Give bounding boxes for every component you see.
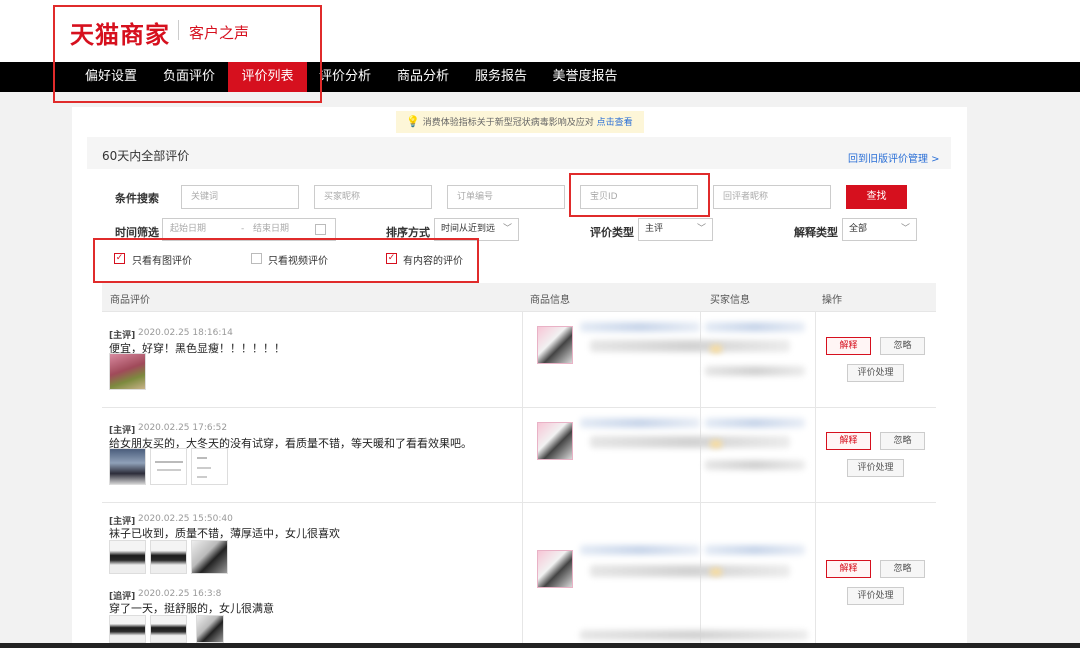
- date-separator: -: [241, 224, 245, 234]
- product-image[interactable]: [537, 550, 573, 588]
- nav-item-product-analysis[interactable]: 商品分析: [389, 62, 457, 92]
- review-photo[interactable]: [191, 448, 228, 485]
- explain-type-value: 全部: [849, 224, 868, 234]
- handle-review-button[interactable]: 评价处理: [847, 459, 904, 477]
- chevron-down-icon: ﹀: [696, 224, 706, 234]
- review-type-value: 主评: [645, 224, 664, 234]
- review-photo[interactable]: [150, 615, 187, 643]
- ignore-button[interactable]: 忽略: [880, 432, 925, 450]
- highlight-box-checkboxes: [93, 238, 479, 283]
- follow-up-time: 2020.02.25 16:3:8: [138, 589, 222, 599]
- section-header: [87, 137, 951, 169]
- back-to-old-version-link[interactable]: 回到旧版评价管理 >: [848, 150, 940, 165]
- search-condition-label: 条件搜索: [115, 192, 159, 205]
- lightbulb-icon: 💡: [406, 115, 420, 128]
- review-text: 袜子已收到，质量不错，薄厚适中，女儿很喜欢: [109, 527, 340, 540]
- search-button[interactable]: 查找: [846, 185, 907, 209]
- blurred-product-info: [590, 565, 790, 577]
- notice-text: 消费体验指标关于新型冠状病毒影响及应对: [422, 118, 594, 128]
- chevron-down-icon: ﹀: [502, 224, 512, 234]
- calendar-icon[interactable]: [315, 224, 326, 235]
- sort-select-value: 时间从近到远: [441, 224, 496, 234]
- follow-up-text: 穿了一天，挺舒服的，女儿很满意: [109, 602, 274, 615]
- explain-button[interactable]: 解释: [826, 432, 871, 450]
- review-type-select[interactable]: 主评 ﹀: [638, 218, 713, 241]
- end-date-input[interactable]: 结束日期: [253, 219, 289, 240]
- blurred-product-info: [590, 436, 790, 448]
- blurred-buyer-info: [705, 322, 805, 332]
- review-time: 2020.02.25 18:16:14: [138, 328, 233, 338]
- ignore-button[interactable]: 忽略: [880, 560, 925, 578]
- review-photo[interactable]: [109, 615, 146, 643]
- blurred-product-info: [580, 418, 700, 428]
- handle-review-button[interactable]: 评价处理: [847, 587, 904, 605]
- col-header-actions: 操作: [822, 295, 842, 306]
- table-row: [102, 311, 936, 407]
- nav-item-service-report[interactable]: 服务报告: [467, 62, 535, 92]
- review-photo[interactable]: [109, 540, 146, 574]
- explain-button[interactable]: 解释: [826, 337, 871, 355]
- chevron-down-icon: ﹀: [900, 224, 910, 234]
- product-image[interactable]: [537, 422, 573, 460]
- blurred-buyer-info: [705, 460, 805, 470]
- col-header-review: 商品评价: [110, 295, 150, 306]
- blurred-buyer-info: [705, 545, 805, 555]
- review-photo[interactable]: [109, 353, 146, 390]
- review-photo[interactable]: [150, 540, 187, 574]
- highlight-box-item-id: [569, 173, 710, 217]
- start-date-input[interactable]: 起始日期: [170, 219, 206, 240]
- section-title: 60天内全部评价: [102, 149, 190, 163]
- blurred-buyer-badge: [710, 568, 722, 576]
- nav-item-reputation-report[interactable]: 美誉度报告: [545, 62, 625, 92]
- highlight-box-header: [53, 5, 322, 103]
- review-photo[interactable]: [191, 540, 228, 574]
- notice-link[interactable]: 点击查看: [597, 118, 633, 128]
- bottom-edge: [0, 643, 1080, 648]
- table-header: [102, 283, 936, 311]
- col-header-product: 商品信息: [530, 295, 570, 306]
- review-photo[interactable]: [150, 448, 187, 485]
- blurred-product-info: [590, 340, 790, 352]
- review-photo[interactable]: [109, 448, 146, 485]
- handle-review-button[interactable]: 评价处理: [847, 364, 904, 382]
- blurred-buyer-badge: [710, 440, 722, 448]
- blurred-buyer-info: [705, 418, 805, 428]
- blurred-product-info: [580, 630, 808, 640]
- review-photo[interactable]: [196, 615, 224, 643]
- buyer-nickname-input[interactable]: 买家昵称: [314, 185, 432, 209]
- order-number-input[interactable]: 订单编号: [447, 185, 565, 209]
- notice-banner: 💡 消费体验指标关于新型冠状病毒影响及应对 点击查看: [396, 111, 644, 133]
- review-type-label: 评价类型: [590, 226, 634, 239]
- review-time: 2020.02.25 17:6:52: [138, 423, 228, 433]
- blurred-buyer-info: [705, 366, 805, 376]
- review-time: 2020.02.25 15:50:40: [138, 514, 233, 524]
- ignore-button[interactable]: 忽略: [880, 337, 925, 355]
- product-image[interactable]: [537, 326, 573, 364]
- keyword-input[interactable]: 关键词: [181, 185, 299, 209]
- explain-button[interactable]: 解释: [826, 560, 871, 578]
- blurred-product-info: [580, 322, 700, 332]
- explain-type-label: 解释类型: [794, 226, 838, 239]
- explain-type-select[interactable]: 全部 ﹀: [842, 218, 917, 241]
- col-header-buyer: 买家信息: [710, 295, 750, 306]
- blurred-buyer-badge: [710, 345, 722, 353]
- replier-nickname-input[interactable]: 回评者昵称: [713, 185, 831, 209]
- blurred-product-info: [580, 545, 700, 555]
